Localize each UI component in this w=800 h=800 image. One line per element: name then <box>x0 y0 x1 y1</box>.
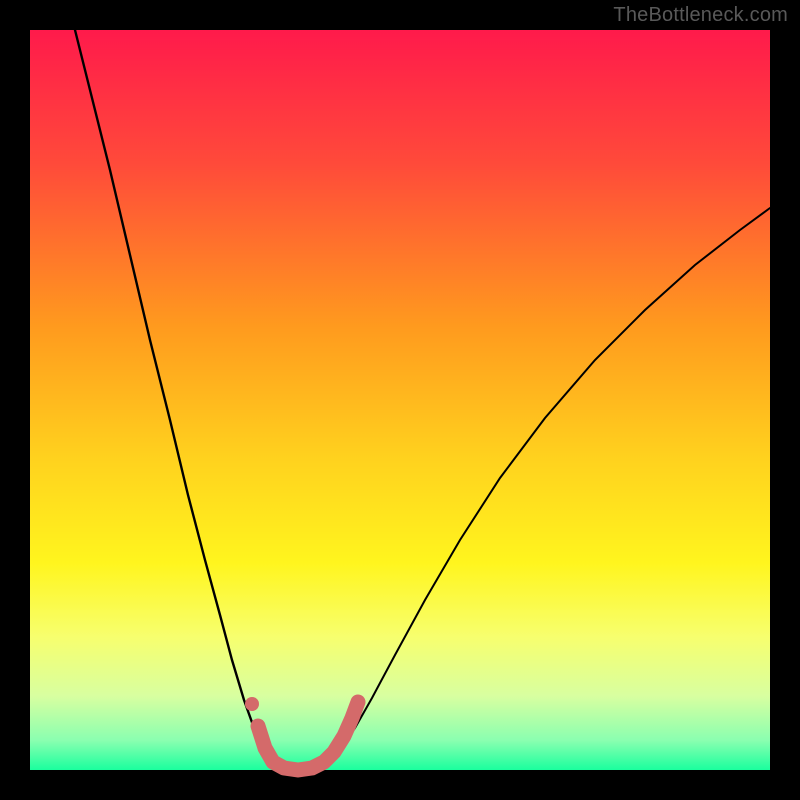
chart-frame: TheBottleneck.com <box>0 0 800 800</box>
plot-background <box>30 30 770 770</box>
optimal-zone-lead-dot <box>245 697 259 711</box>
bottleneck-chart <box>0 0 800 800</box>
